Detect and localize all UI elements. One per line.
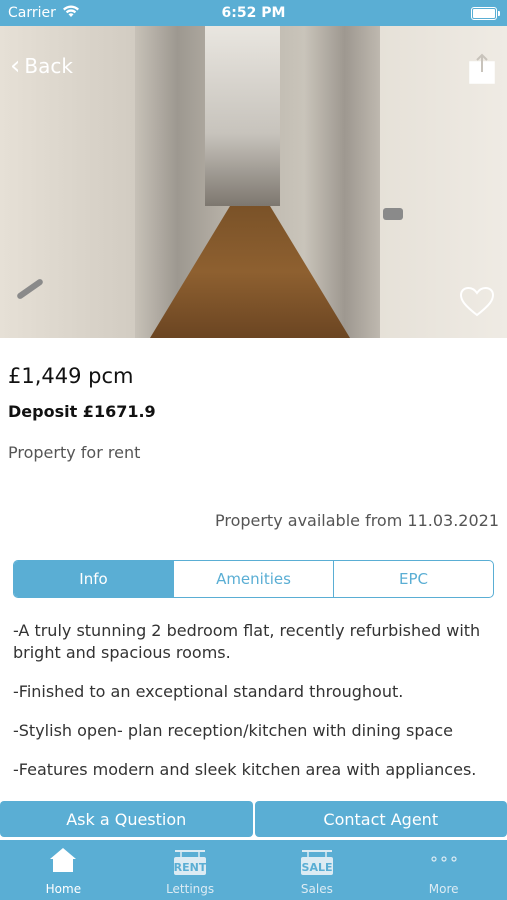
photo-end-room <box>205 26 280 206</box>
ask-question-button[interactable]: Ask a Question <box>0 801 253 837</box>
tabbar-lettings[interactable]: RENT Lettings <box>127 840 254 900</box>
price: £1,449 pcm <box>8 364 134 388</box>
action-bar: Ask a Question Contact Agent <box>0 801 507 837</box>
tabbar-label: Sales <box>300 882 333 896</box>
chevron-left-icon: ‹ <box>10 51 21 81</box>
tab-amenities[interactable]: Amenities <box>173 561 333 597</box>
battery-icon <box>471 7 500 20</box>
contact-agent-button[interactable]: Contact Agent <box>254 801 507 837</box>
info-description[interactable]: -A truly stunning 2 bedroom flat, recent… <box>13 620 493 798</box>
tabbar-label: More <box>428 882 459 896</box>
home-icon <box>50 848 77 872</box>
property-photo[interactable] <box>0 26 507 338</box>
sale-badge: SALE <box>301 861 332 874</box>
sale-sign-icon: SALE <box>300 850 333 875</box>
tabbar-more[interactable]: More <box>380 840 507 900</box>
rent-badge: RENT <box>174 861 207 874</box>
detail-tabs: Info Amenities EPC <box>13 560 494 598</box>
info-line: -Finished to an exceptional standard thr… <box>13 682 404 701</box>
info-line: -Features modern and sleek kitchen area … <box>13 760 477 779</box>
tabbar-label: Home <box>45 882 82 896</box>
status-bar: Carrier 6:52 PM <box>0 0 507 26</box>
rent-sign-icon: RENT <box>174 850 207 875</box>
tabbar-sales[interactable]: SALE Sales <box>254 840 381 900</box>
more-dots-icon <box>431 856 457 862</box>
back-label: Back <box>24 54 73 78</box>
availability-date: Property available from 11.03.2021 <box>214 511 499 530</box>
tab-info[interactable]: Info <box>14 561 173 597</box>
property-type: Property for rent <box>8 443 141 462</box>
tab-bar: Home RENT Lettings SALE Sales More <box>0 840 507 900</box>
share-icon[interactable] <box>469 52 495 84</box>
clock: 6:52 PM <box>221 5 286 21</box>
photo-door-handle <box>383 208 403 220</box>
tabbar-home[interactable]: Home <box>0 840 127 900</box>
info-line: -Stylish open- plan reception/kitchen wi… <box>13 721 453 740</box>
heart-icon[interactable] <box>459 286 495 318</box>
photo-floor <box>150 206 350 338</box>
tabbar-label: Lettings <box>166 882 215 896</box>
info-line: -A truly stunning 2 bedroom flat, recent… <box>13 621 481 662</box>
back-button[interactable]: ‹ Back <box>10 51 73 81</box>
tab-epc[interactable]: EPC <box>333 561 493 597</box>
deposit: Deposit £1671.9 <box>8 402 156 421</box>
